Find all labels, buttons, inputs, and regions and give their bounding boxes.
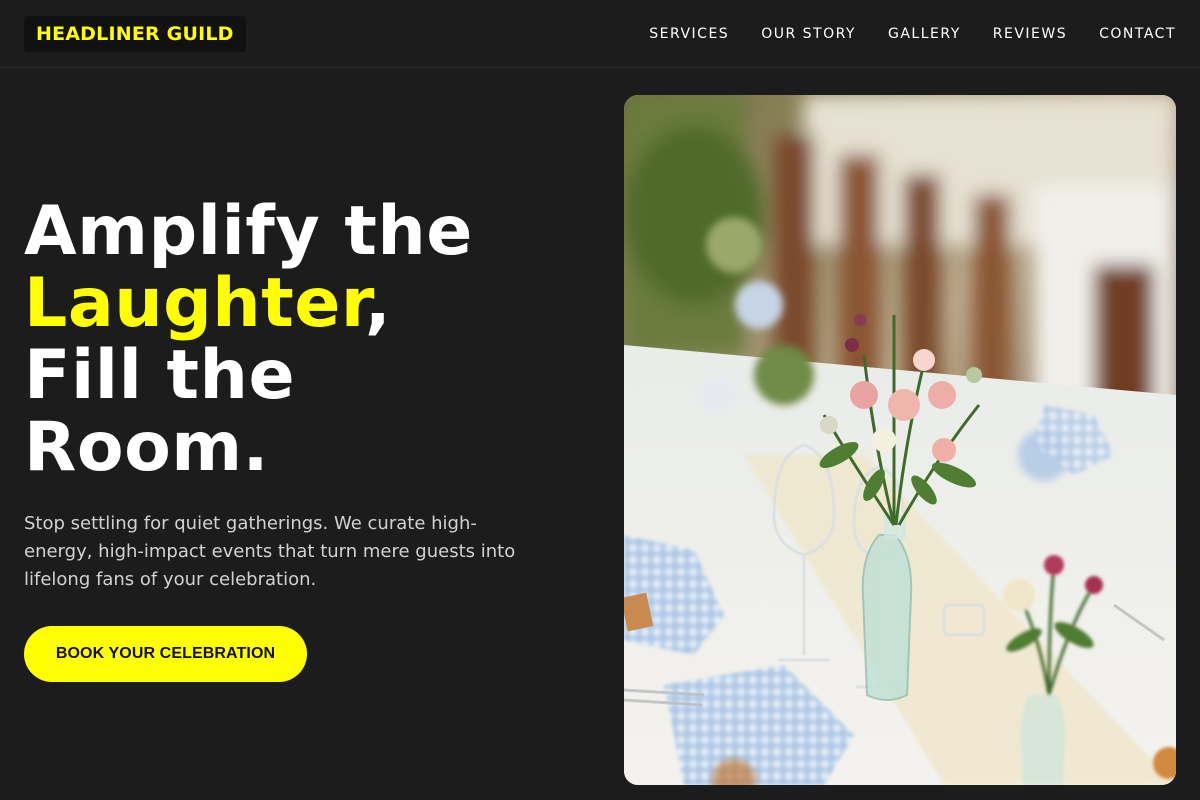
headline-line-3: Fill the (24, 336, 296, 415)
hero-headline: Amplify the Laughter, Fill the Room. (24, 196, 473, 484)
top-navigation-bar: HEADLINER GUILD SERVICES OUR STORY GALLE… (0, 0, 1200, 68)
headline-line-4: Room. (24, 408, 269, 487)
headline-accent-word: Laughter (24, 264, 365, 343)
table-setting-illustration (624, 95, 1176, 785)
nav-item-reviews[interactable]: REVIEWS (993, 26, 1067, 42)
headline-line-1: Amplify the (24, 192, 473, 271)
hero-subtext: Stop settling for quiet gatherings. We c… (24, 513, 516, 590)
hero-image (624, 95, 1176, 785)
nav-item-contact[interactable]: CONTACT (1099, 26, 1176, 42)
main-nav: SERVICES OUR STORY GALLERY REVIEWS CONTA… (649, 0, 1176, 68)
nav-item-our-story[interactable]: OUR STORY (761, 26, 856, 42)
nav-item-services[interactable]: SERVICES (649, 26, 729, 42)
nav-item-gallery[interactable]: GALLERY (888, 26, 961, 42)
headline-comma: , (364, 264, 392, 343)
book-celebration-button[interactable]: BOOK YOUR CELEBRATION (24, 626, 307, 682)
brand-logo[interactable]: HEADLINER GUILD (24, 16, 246, 52)
headline-line-2: Laughter, (24, 268, 473, 340)
